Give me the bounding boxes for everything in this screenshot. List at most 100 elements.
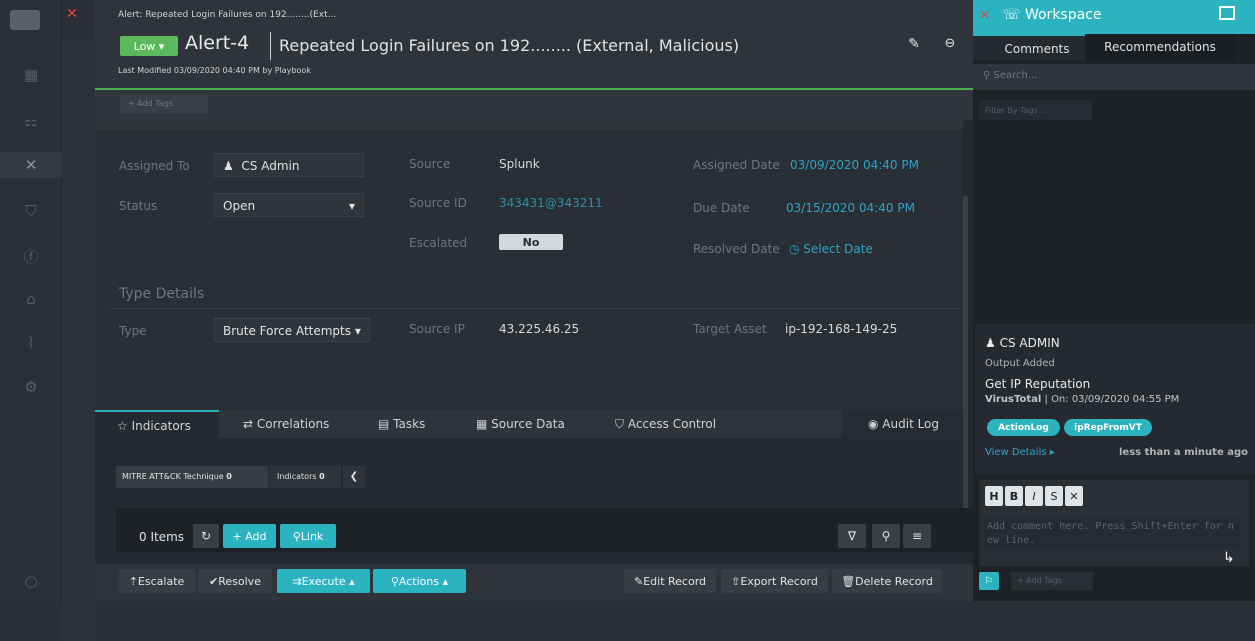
italic-button[interactable]: I	[1025, 486, 1043, 506]
workspace-search[interactable]: ⚲ Search...	[973, 64, 1255, 90]
filter-icon[interactable]: ∇	[838, 524, 866, 548]
collapse-icon[interactable]: ❮	[343, 466, 365, 488]
export-record-label: Export Record	[740, 574, 818, 588]
link-button[interactable]: ⚲ Link	[280, 524, 336, 548]
escalate-label: Escalate	[137, 574, 185, 588]
export-record-button[interactable]: ⇧ Export Record	[721, 569, 828, 593]
status-select[interactable]: Open ▾	[214, 193, 364, 217]
tab-correlations-label: Correlations	[256, 417, 330, 431]
close-icon[interactable]: ✕	[979, 8, 990, 23]
tab-correlations[interactable]: ⇄ Correlations	[243, 410, 329, 438]
workspace-panel: ✕ ☏ Workspace Comments Recommendations ⚲…	[973, 0, 1255, 601]
assigned-to-value: CS Admin	[241, 159, 300, 173]
search-icon[interactable]: ⚲	[872, 524, 900, 548]
help-icon[interactable]: ○	[18, 568, 44, 594]
comment-title: Get IP Reputation	[985, 377, 1091, 391]
menu-icon[interactable]: ≡	[903, 524, 931, 548]
tab-access-control-label: Access Control	[627, 417, 717, 431]
type-select[interactable]: Brute Force Attempts ▾	[214, 318, 370, 342]
incident-response-icon[interactable]: ✕	[0, 152, 62, 178]
tab-tasks-label: Tasks	[393, 417, 426, 431]
dashboard-icon[interactable]: ▦	[18, 62, 44, 88]
subtab-mitre[interactable]: MITRE ATT&CK Technique 0	[116, 466, 268, 488]
expand-icon[interactable]	[1219, 6, 1235, 20]
view-details-link[interactable]: View Details ▸	[985, 447, 1055, 458]
filter-tags-input[interactable]: Filter By Tags ..	[979, 100, 1092, 120]
edit-icon[interactable]: ✎	[903, 36, 925, 56]
subtab-indicators-label: Indicators	[277, 472, 317, 481]
reports-icon[interactable]: ⌇	[18, 330, 44, 356]
assigned-date-value[interactable]: 03/09/2020 04:40 PM	[790, 158, 919, 172]
record-id: Alert-4	[185, 32, 250, 54]
resolved-date-label: Resolved Date	[693, 242, 780, 256]
queue-icon[interactable]: ⚏	[18, 108, 44, 134]
tab-audit-log[interactable]: ◉ Audit Log	[842, 410, 963, 438]
resources-icon[interactable]: ⌂	[18, 286, 44, 312]
tag-iprepfromvt[interactable]: ipRepFromVT	[1064, 419, 1152, 436]
tag-actionlog[interactable]: ActionLog	[987, 419, 1060, 436]
target-asset-value: ip-192-168-149-25	[785, 322, 898, 336]
app-logo-icon[interactable]	[10, 10, 40, 30]
execute-label: Execute	[301, 574, 346, 588]
source-ip-value: 43.225.46.25	[499, 322, 580, 336]
actions-button[interactable]: ⚲ Actions ▴	[373, 569, 466, 593]
due-date-value[interactable]: 03/15/2020 04:40 PM	[786, 201, 915, 215]
comment-textarea[interactable]: Add comment here. Press Shift+Enter for …	[985, 517, 1240, 549]
close-panel-icon[interactable]: ✕	[62, 6, 82, 26]
actions-label: Actions	[398, 574, 440, 588]
type-label: Type	[119, 324, 147, 338]
status-label: Status	[119, 199, 158, 213]
edit-record-button[interactable]: ✎ Edit Record	[624, 569, 716, 593]
link-icon[interactable]: ⊖	[939, 36, 961, 56]
tab-source-data[interactable]: ▦ Source Data	[476, 410, 565, 438]
record-title[interactable]: Repeated Login Failures on 192........ (…	[279, 36, 739, 55]
tab-tasks[interactable]: ▤ Tasks	[378, 410, 425, 438]
strikethrough-button[interactable]: S	[1045, 486, 1063, 506]
type-value: Brute Force Attempts	[223, 324, 352, 338]
tab-access-control[interactable]: ⛉ Access Control	[615, 410, 716, 438]
escalate-button[interactable]: ⇡ Escalate	[118, 569, 195, 593]
settings-icon[interactable]: ⚙	[18, 374, 44, 400]
delete-record-button[interactable]: 🗑 Delete Record	[832, 569, 942, 593]
execute-button[interactable]: ⇉ Execute ▴	[277, 569, 370, 593]
assigned-to-select[interactable]: ♟ CS Admin	[214, 153, 364, 177]
link-button-label: Link	[300, 529, 324, 543]
send-icon[interactable]: ↳	[1223, 550, 1235, 566]
tab-indicators[interactable]: ☆ Indicators	[95, 410, 219, 438]
comment-date: | On: 03/09/2020 04:55 PM	[1044, 394, 1180, 405]
automation-icon[interactable]: ⓕ	[18, 244, 44, 270]
severity-dropdown[interactable]: Low ▾	[120, 36, 178, 56]
escalated-toggle[interactable]: No	[499, 234, 563, 250]
view-details-label: View Details	[985, 447, 1047, 458]
tab-comments[interactable]: Comments	[973, 34, 1101, 60]
subtab-indicators[interactable]: Indicators 0	[269, 466, 341, 488]
bold-button[interactable]: B	[1005, 486, 1023, 506]
tag-icon[interactable]: ⚐	[979, 572, 999, 590]
refresh-button[interactable]: ↻	[193, 524, 219, 548]
edit-record-label: Edit Record	[643, 574, 707, 588]
heading-button[interactable]: H	[985, 486, 1003, 506]
select-date-link[interactable]: ◷ Select Date	[789, 242, 873, 256]
workspace-title: ☏ Workspace	[1003, 7, 1102, 23]
add-button[interactable]: + Add	[223, 524, 276, 548]
search-input[interactable]: Search...	[994, 70, 1038, 81]
resolve-button[interactable]: ✔ Resolve	[198, 569, 272, 593]
type-details-heading: Type Details	[119, 286, 205, 302]
workspace-add-tags[interactable]: + Add Tags	[1011, 572, 1093, 590]
editor-toolbar: H B I S ✕	[985, 486, 1083, 506]
scrollbar[interactable]	[963, 195, 968, 535]
add-tags-button[interactable]: + Add Tags	[120, 95, 208, 113]
status-value: Open	[223, 199, 256, 213]
severity-label: Low	[133, 39, 156, 53]
escalated-label: Escalated	[409, 236, 468, 250]
title-divider	[270, 32, 271, 60]
shield-icon[interactable]: ⛉	[18, 198, 44, 224]
tab-indicators-label: Indicators	[131, 419, 191, 433]
comment-source: VirusTotal	[985, 394, 1042, 405]
items-count: 0 Items	[139, 530, 185, 544]
tab-recommendations[interactable]: Recommendations	[1085, 34, 1235, 60]
comment-user-label: CS ADMIN	[999, 336, 1060, 350]
clear-format-button[interactable]: ✕	[1065, 486, 1083, 506]
source-id-value[interactable]: 343431@343211	[499, 196, 603, 210]
subtab-indicators-count: 0	[319, 472, 325, 481]
